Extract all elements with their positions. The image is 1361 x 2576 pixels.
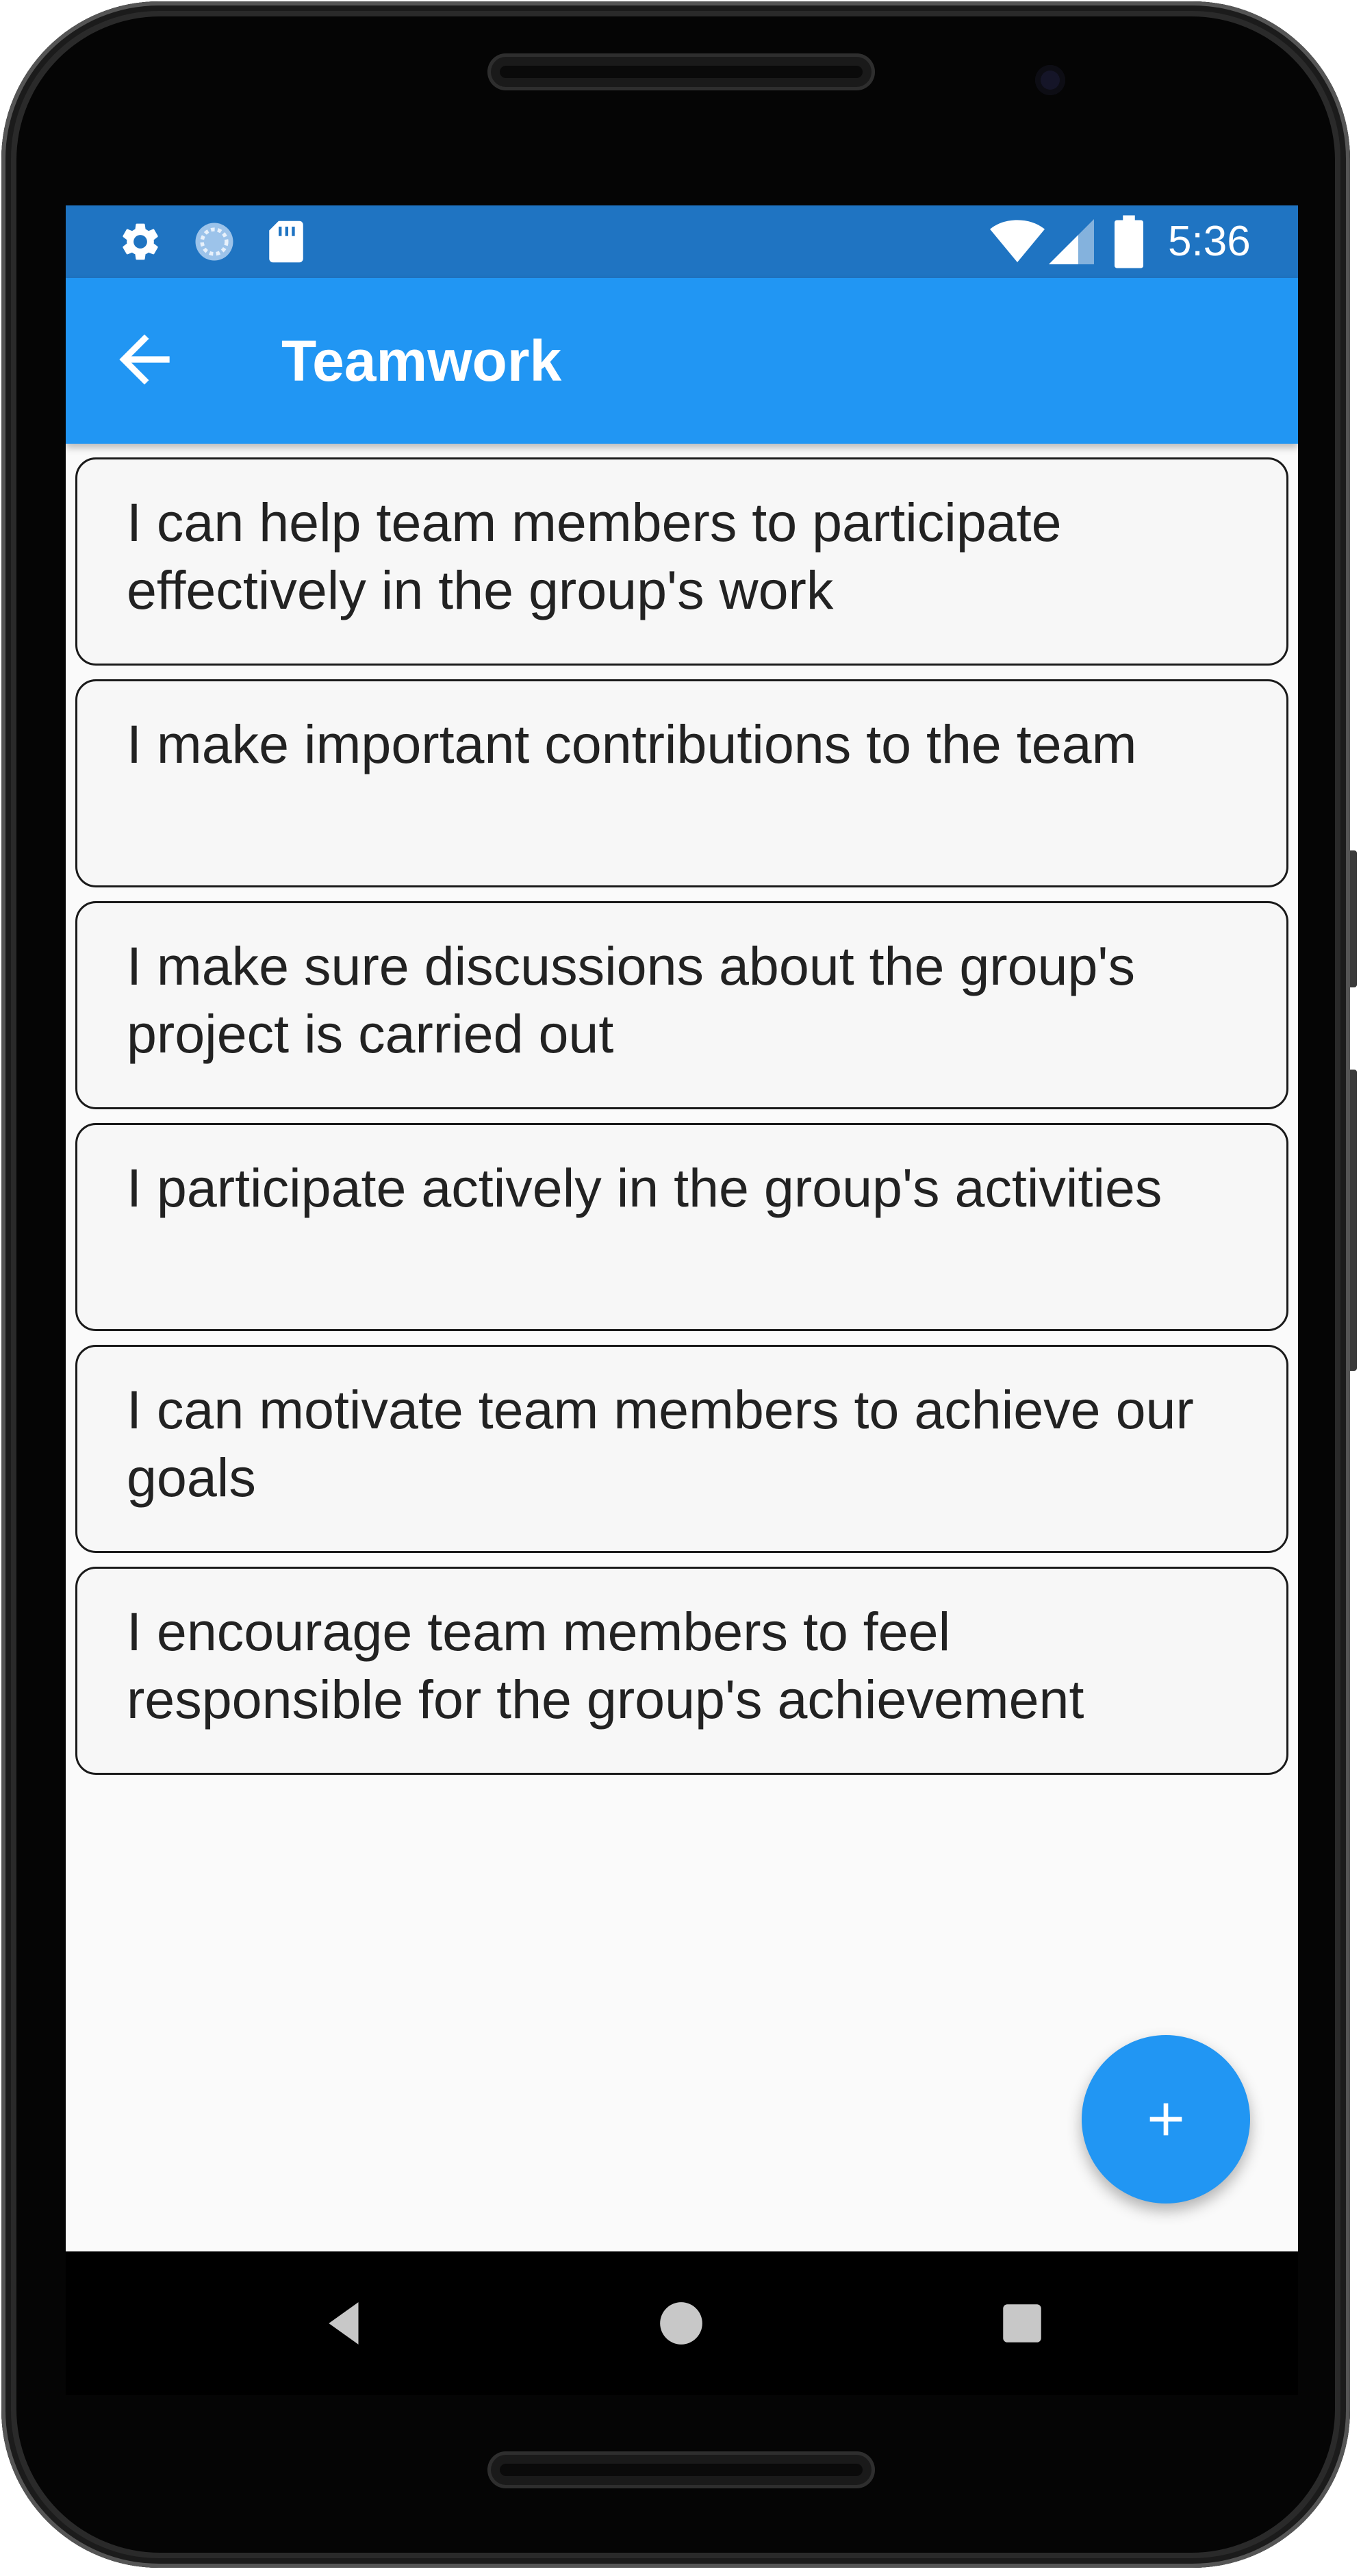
settings-icon [118, 219, 163, 268]
list-item-text: I make sure discussions about the group'… [127, 935, 1135, 1064]
list-item[interactable]: I encourage team members to feel respons… [75, 1567, 1288, 1775]
page-title: Teamwork [281, 329, 562, 393]
list-item-text: I can help team members to participate e… [127, 492, 1062, 620]
arrow-back-icon [119, 334, 170, 385]
back-button[interactable] [107, 322, 182, 397]
nav-home-button[interactable] [656, 2298, 707, 2349]
list-item-text: I make important contributions to the te… [127, 714, 1137, 774]
list-item-text: I encourage team members to feel respons… [127, 1601, 1084, 1730]
top-speaker [487, 53, 875, 90]
bottom-speaker [487, 2451, 875, 2488]
battery-icon [1115, 215, 1143, 272]
app-bar: Teamwork [66, 278, 1298, 444]
list-item[interactable]: I make sure discussions about the group'… [75, 901, 1288, 1109]
wifi-icon [990, 218, 1045, 269]
screen: 5:36 Teamwork I can help team members to… [66, 205, 1298, 2251]
sd-card-icon [266, 219, 307, 268]
home-circle-icon [660, 2302, 702, 2345]
clock: 5:36 [1168, 218, 1251, 265]
plus-icon [1149, 2103, 1182, 2136]
signal-icon [1049, 218, 1094, 269]
sync-icon [192, 219, 237, 268]
list-item[interactable]: I make important contributions to the te… [75, 679, 1288, 887]
recents-square-icon [1003, 2304, 1041, 2343]
nav-recents-button[interactable] [997, 2298, 1047, 2349]
volume-button [1350, 850, 1357, 987]
list-item[interactable]: I participate actively in the group's ac… [75, 1123, 1288, 1331]
front-camera [1035, 65, 1065, 95]
list-item-text: I can motivate team members to achieve o… [127, 1379, 1194, 1508]
list-item-text: I participate actively in the group's ac… [127, 1157, 1162, 1218]
list-item[interactable]: I can motivate team members to achieve o… [75, 1345, 1288, 1553]
nav-back-button[interactable] [320, 2298, 371, 2349]
back-triangle-icon [329, 2302, 359, 2345]
power-button [1350, 1070, 1357, 1371]
statement-list: I can help team members to participate e… [75, 457, 1288, 1789]
add-button[interactable] [1082, 2035, 1250, 2204]
list-item[interactable]: I can help team members to participate e… [75, 457, 1288, 666]
navigation-bar [66, 2251, 1298, 2395]
status-bar: 5:36 [66, 205, 1298, 278]
